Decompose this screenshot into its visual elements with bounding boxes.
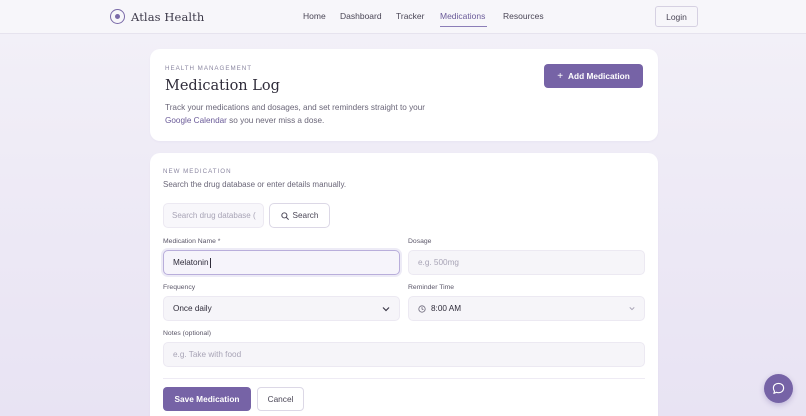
form-divider	[163, 378, 645, 379]
medication-name-value: Melatonin	[173, 258, 209, 267]
reminder-time-select[interactable]: 8:00 AM	[408, 296, 645, 321]
new-medication-card: NEW MEDICATION Search the drug database …	[150, 153, 658, 416]
text-cursor	[209, 257, 211, 268]
nav-resources[interactable]: Resources	[503, 11, 544, 21]
reminder-time-display: 8:00 AM	[418, 304, 461, 313]
medication-name-label: Medication Name *	[163, 238, 221, 245]
drug-search-input[interactable]: Search drug database (	[163, 203, 264, 228]
plus-icon: +	[557, 70, 564, 82]
login-button[interactable]: Login	[655, 6, 698, 27]
google-calendar-link[interactable]: Google Calendar	[165, 116, 227, 125]
medication-name-input[interactable]: Melatonin	[163, 250, 400, 275]
reminder-time-label: Reminder Time	[408, 284, 455, 291]
header-description: Track your medications and dosages, and …	[165, 101, 445, 127]
chevron-down-icon	[382, 306, 390, 311]
search-button[interactable]: Search	[269, 203, 330, 228]
nav-home[interactable]: Home	[303, 11, 326, 21]
nav-dashboard[interactable]: Dashboard	[340, 11, 382, 21]
header-eyebrow: HEALTH MANAGEMENT	[165, 65, 253, 72]
nav-tracker[interactable]: Tracker	[396, 11, 425, 21]
chat-bubble-icon	[772, 382, 785, 394]
add-medication-button[interactable]: + Add Medication	[544, 64, 643, 88]
clock-icon	[418, 304, 426, 313]
search-icon	[280, 211, 289, 220]
chevron-down-icon	[629, 307, 635, 311]
frequency-select[interactable]: Once daily	[163, 296, 400, 321]
nav-medications[interactable]: Medications	[440, 11, 485, 21]
page-title: Medication Log	[165, 78, 280, 94]
dosage-input[interactable]: e.g. 500mg	[408, 250, 645, 275]
notes-label: Notes (optional)	[163, 330, 211, 337]
form-eyebrow: NEW MEDICATION	[163, 168, 232, 175]
top-navbar: Atlas Health Home Dashboard Tracker Medi…	[0, 0, 806, 34]
dosage-label: Dosage	[408, 238, 432, 245]
chat-button[interactable]	[764, 374, 793, 403]
frequency-value: Once daily	[173, 304, 212, 313]
frequency-label: Frequency	[163, 284, 196, 291]
add-medication-label: Add Medication	[568, 71, 630, 81]
search-button-label: Search	[292, 211, 319, 220]
form-subtitle: Search the drug database or enter detail…	[163, 180, 347, 189]
header-card: HEALTH MANAGEMENT Medication Log Track y…	[150, 49, 658, 141]
notes-input[interactable]: e.g. Take with food	[163, 342, 645, 367]
active-nav-indicator	[440, 26, 487, 28]
desc-text-after: so you never miss a dose.	[226, 116, 325, 125]
cancel-button[interactable]: Cancel	[257, 387, 304, 411]
desc-text-before: Track your medications and dosages, and …	[165, 103, 426, 112]
save-medication-button[interactable]: Save Medication	[163, 387, 251, 411]
reminder-time-value: 8:00 AM	[431, 304, 462, 313]
